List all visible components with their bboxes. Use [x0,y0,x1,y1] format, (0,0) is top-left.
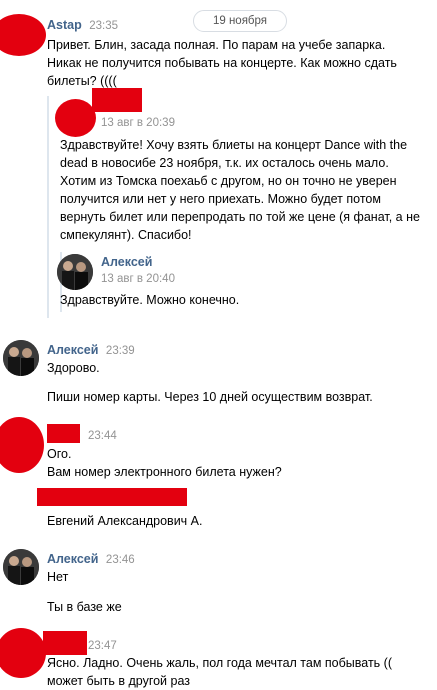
message-header: Astap 23:35 [47,18,118,32]
message-header: Алексей 23:46 [47,552,135,566]
message-text: Нет [47,570,69,584]
nested-text: Здравствуйте. Можно конечно. [60,293,240,307]
message-time[interactable]: 23:35 [89,20,118,32]
author-name[interactable]: Алексей [47,552,98,566]
avatar[interactable] [57,254,93,290]
forward-quote-bar [47,96,49,318]
message-text: Никак не получится побывать на концерте.… [47,56,397,70]
avatar-photo [3,340,39,376]
message-time[interactable]: 23:47 [88,640,117,652]
message-text: Ясно. Ладно. Очень жаль, пол года мечтал… [47,656,392,670]
message-text: Вам номер электронного билета нужен? [47,465,282,479]
message-text: Ты в базе же [47,600,122,614]
redacted-forwarded-author [92,88,142,112]
avatar-photo [57,254,93,290]
avatar-redacted[interactable] [0,628,46,678]
date-divider: 19 ноября [193,10,287,32]
nested-time[interactable]: 13 авг в 20:40 [101,273,175,285]
forwarded-text: смпекулянт). Спасибо! [60,228,192,242]
avatar-photo [3,549,39,585]
message-text: может быть в другой раз [47,674,191,688]
redacted-author-name [43,631,87,655]
message-header: Алексей 23:39 [47,343,135,357]
message-text: Пиши номер карты. Через 10 дней осуществ… [47,390,373,404]
avatar[interactable] [3,340,39,376]
author-name[interactable]: Astap [47,18,82,32]
message-time[interactable]: 23:39 [106,345,135,357]
avatar-redacted[interactable] [55,99,96,137]
nested-author-name[interactable]: Алексей [101,255,152,269]
message-time[interactable]: 23:46 [106,554,135,566]
message-text: Евгений Александрович А. [47,514,203,528]
redacted-ticket-number [37,488,187,506]
message-text: Ого. [47,447,72,461]
forwarded-text: dead в новосибе 23 ноября, т.к. их остал… [60,156,389,170]
forwarded-text: Здравствуйте! Хочу взять блиеты на конце… [60,138,408,152]
forwarded-text: получится или нет у него приехать. Можно… [60,192,381,206]
message-text: Привет. Блин, засада полная. По парам на… [47,38,386,52]
avatar[interactable] [3,549,39,585]
forwarded-text: Хотим из Томска поехаьб с другом, но он … [60,174,397,188]
redacted-author-name [47,424,80,443]
forwarded-time[interactable]: 13 авг в 20:39 [101,117,175,129]
forwarded-text: вернуть билет или перепродать по той же … [60,210,420,224]
author-name[interactable]: Алексей [47,343,98,357]
avatar-redacted[interactable] [0,14,46,56]
message-text: Здорово. [47,361,100,375]
avatar-redacted[interactable] [0,417,44,473]
message-time[interactable]: 23:44 [88,430,117,442]
